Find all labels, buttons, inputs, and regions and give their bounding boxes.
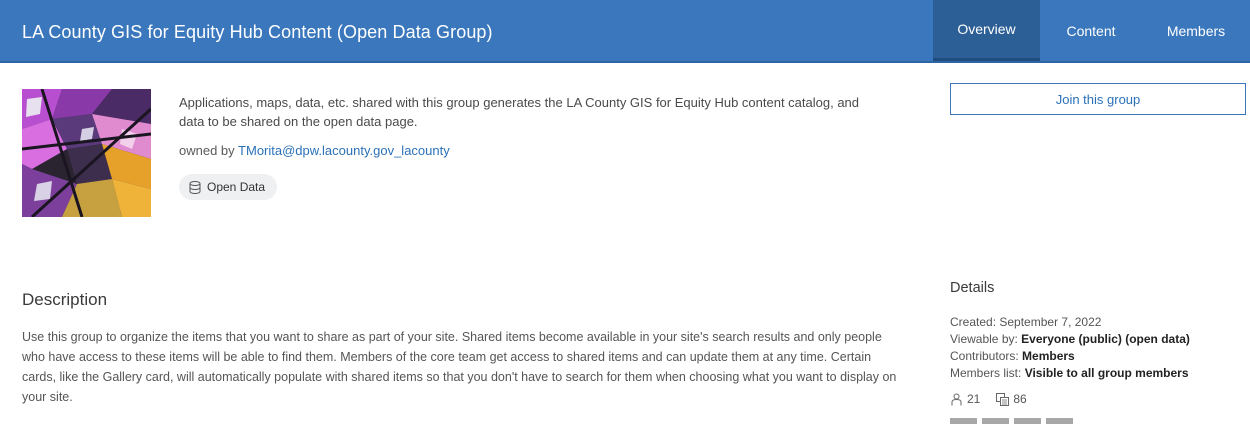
tab-content[interactable]: Content <box>1040 0 1142 61</box>
contributors-value: Members <box>1022 349 1075 363</box>
member-count-value: 21 <box>967 392 981 406</box>
avatar[interactable] <box>1046 418 1073 424</box>
description-heading: Description <box>22 290 108 309</box>
group-nav-tabs: Overview Content Members <box>933 0 1250 61</box>
detail-viewable: Viewable by: Everyone (public) (open dat… <box>950 331 1190 348</box>
detail-contributors: Contributors: Members <box>950 348 1190 365</box>
item-count-value: 86 <box>1013 392 1027 406</box>
tab-overview[interactable]: Overview <box>933 0 1040 61</box>
members-list-value: Visible to all group members <box>1024 366 1189 380</box>
viewable-value: Everyone (public) (open data) <box>1021 332 1190 346</box>
group-title: LA County GIS for Equity Hub Content (Op… <box>22 22 493 42</box>
contributors-label: Contributors: <box>950 349 1019 363</box>
owner-link[interactable]: TMorita@dpw.lacounty.gov_lacounty <box>238 143 450 158</box>
tag-label: Open Data <box>207 180 266 194</box>
viewable-label: Viewable by: <box>950 332 1018 346</box>
items-icon <box>996 392 1010 406</box>
group-owner: owned by TMorita@dpw.lacounty.gov_lacoun… <box>179 143 450 158</box>
user-icon <box>951 393 962 405</box>
join-group-button[interactable]: Join this group <box>950 83 1246 115</box>
group-counts: 21 86 <box>950 392 1037 406</box>
members-list-label: Members list: <box>950 366 1022 380</box>
database-icon <box>189 180 201 194</box>
tab-members[interactable]: Members <box>1142 0 1250 61</box>
tag-open-data[interactable]: Open Data <box>179 174 278 200</box>
details-heading: Details <box>950 280 995 296</box>
member-avatars <box>950 418 1073 424</box>
avatar[interactable] <box>1014 418 1041 424</box>
member-count: 21 <box>950 392 980 406</box>
group-thumbnail <box>22 89 151 217</box>
avatar[interactable] <box>950 418 977 424</box>
description-text: Use this group to organize the items tha… <box>22 330 897 404</box>
detail-members-list: Members list: Visible to all group membe… <box>950 365 1190 382</box>
group-header: LA County GIS for Equity Hub Content (Op… <box>0 0 1250 63</box>
abstract-map-thumbnail-icon <box>22 89 151 217</box>
detail-created: Created: September 7, 2022 <box>950 315 1102 329</box>
group-summary: Applications, maps, data, etc. shared wi… <box>179 95 860 129</box>
avatar[interactable] <box>982 418 1009 424</box>
details-list: Created: September 7, 2022 Viewable by: … <box>950 314 1190 382</box>
item-count: 86 <box>996 392 1027 406</box>
owner-prefix: owned by <box>179 143 235 158</box>
